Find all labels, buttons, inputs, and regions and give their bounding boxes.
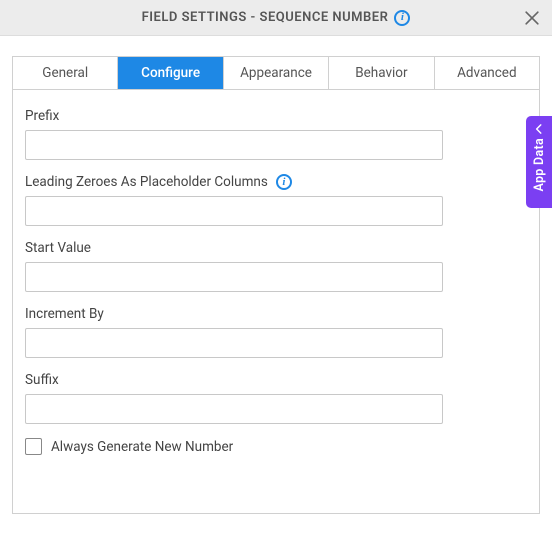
suffix-label: Suffix — [25, 372, 527, 388]
leading-zeroes-input[interactable] — [25, 196, 443, 226]
field-prefix: Prefix — [25, 108, 527, 160]
field-leading-zeroes: Leading Zeroes As Placeholder Columns — [25, 174, 527, 226]
config-panel: Prefix Leading Zeroes As Placeholder Col… — [12, 90, 540, 514]
suffix-input[interactable] — [25, 394, 443, 424]
tab-general[interactable]: General — [13, 57, 118, 89]
increment-by-input[interactable] — [25, 328, 443, 358]
start-value-input[interactable] — [25, 262, 443, 292]
increment-by-label: Increment By — [25, 306, 527, 322]
app-data-handle[interactable]: App Data — [526, 116, 552, 208]
leading-zeroes-label-text: Leading Zeroes As Placeholder Columns — [25, 174, 268, 190]
start-value-label: Start Value — [25, 240, 527, 256]
always-generate-label: Always Generate New Number — [51, 439, 233, 455]
tab-configure[interactable]: Configure — [118, 57, 223, 89]
always-generate-row: Always Generate New Number — [25, 438, 527, 455]
leading-zeroes-label: Leading Zeroes As Placeholder Columns — [25, 174, 527, 190]
app-data-label: App Data — [532, 138, 547, 192]
tab-behavior[interactable]: Behavior — [329, 57, 434, 89]
tab-bar: General Configure Appearance Behavior Ad… — [12, 56, 540, 90]
field-start-value: Start Value — [25, 240, 527, 292]
prefix-input[interactable] — [25, 130, 443, 160]
field-increment-by: Increment By — [25, 306, 527, 358]
close-button[interactable] — [522, 8, 542, 28]
always-generate-checkbox[interactable] — [25, 438, 42, 455]
dialog-header: FIELD SETTINGS - SEQUENCE NUMBER — [0, 0, 552, 36]
info-icon[interactable] — [276, 174, 292, 190]
tab-advanced[interactable]: Advanced — [435, 57, 539, 89]
field-suffix: Suffix — [25, 372, 527, 424]
chevron-left-icon — [532, 122, 546, 136]
close-icon — [522, 8, 542, 28]
info-icon[interactable] — [394, 10, 410, 26]
prefix-label: Prefix — [25, 108, 527, 124]
tab-appearance[interactable]: Appearance — [224, 57, 329, 89]
dialog-title: FIELD SETTINGS - SEQUENCE NUMBER — [142, 10, 389, 25]
